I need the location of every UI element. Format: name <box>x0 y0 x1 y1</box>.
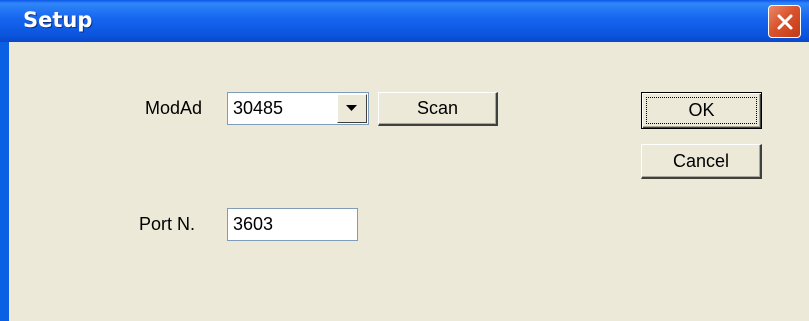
close-x-icon <box>777 14 793 30</box>
modad-dropdown-button[interactable] <box>337 94 367 123</box>
close-button[interactable] <box>768 5 801 38</box>
port-input[interactable]: 3603 <box>227 208 358 241</box>
modad-value: 30485 <box>233 98 284 118</box>
setup-dialog: Setup ModAd 30485 Scan OK Cancel Port N.… <box>0 0 809 321</box>
port-label: Port N. <box>139 214 196 234</box>
triangle-down-icon <box>346 105 357 111</box>
modad-label: ModAd <box>145 98 203 118</box>
modad-combobox[interactable]: 30485 <box>227 92 369 125</box>
window-title: Setup <box>23 8 93 32</box>
dialog-client-area: ModAd 30485 Scan OK Cancel Port N. 3603 <box>9 42 809 321</box>
cancel-button-label: Cancel <box>672 151 730 171</box>
port-value: 3603 <box>233 214 274 234</box>
scan-button[interactable]: Scan <box>378 92 498 126</box>
scan-button-label: Scan <box>416 98 459 118</box>
focus-ring <box>646 97 757 124</box>
cancel-button[interactable]: Cancel <box>641 144 762 179</box>
title-bar[interactable]: Setup <box>0 0 809 42</box>
ok-button[interactable]: OK <box>641 92 762 129</box>
